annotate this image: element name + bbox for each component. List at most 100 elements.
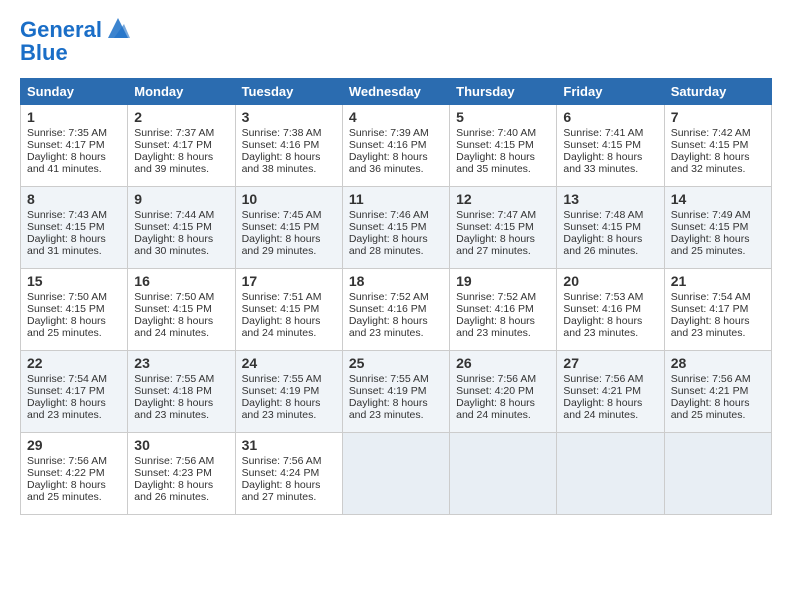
calendar-cell: 17 Sunrise: 7:51 AM Sunset: 4:15 PM Dayl… bbox=[235, 269, 342, 351]
calendar-row: 29 Sunrise: 7:56 AM Sunset: 4:22 PM Dayl… bbox=[21, 433, 772, 515]
sunrise: Sunrise: 7:41 AM bbox=[563, 127, 643, 139]
daylight: Daylight: 8 hours and 33 minutes. bbox=[563, 151, 642, 175]
sunset: Sunset: 4:18 PM bbox=[134, 385, 212, 397]
day-number: 26 bbox=[456, 355, 550, 371]
header-wednesday: Wednesday bbox=[342, 79, 449, 105]
sunset: Sunset: 4:21 PM bbox=[671, 385, 749, 397]
header-row: SundayMondayTuesdayWednesdayThursdayFrid… bbox=[21, 79, 772, 105]
day-number: 19 bbox=[456, 273, 550, 289]
day-number: 24 bbox=[242, 355, 336, 371]
sunset: Sunset: 4:16 PM bbox=[349, 303, 427, 315]
daylight: Daylight: 8 hours and 23 minutes. bbox=[563, 315, 642, 339]
calendar-row: 15 Sunrise: 7:50 AM Sunset: 4:15 PM Dayl… bbox=[21, 269, 772, 351]
sunrise: Sunrise: 7:39 AM bbox=[349, 127, 429, 139]
calendar-cell: 23 Sunrise: 7:55 AM Sunset: 4:18 PM Dayl… bbox=[128, 351, 235, 433]
logo-text: General bbox=[20, 18, 102, 42]
daylight: Daylight: 8 hours and 27 minutes. bbox=[456, 233, 535, 257]
calendar-cell: 10 Sunrise: 7:45 AM Sunset: 4:15 PM Dayl… bbox=[235, 187, 342, 269]
daylight: Daylight: 8 hours and 29 minutes. bbox=[242, 233, 321, 257]
sunset: Sunset: 4:16 PM bbox=[349, 139, 427, 151]
daylight: Daylight: 8 hours and 24 minutes. bbox=[456, 397, 535, 421]
day-number: 30 bbox=[134, 437, 228, 453]
day-number: 22 bbox=[27, 355, 121, 371]
day-number: 6 bbox=[563, 109, 657, 125]
sunrise: Sunrise: 7:56 AM bbox=[563, 373, 643, 385]
day-number: 17 bbox=[242, 273, 336, 289]
day-number: 12 bbox=[456, 191, 550, 207]
calendar-cell: 25 Sunrise: 7:55 AM Sunset: 4:19 PM Dayl… bbox=[342, 351, 449, 433]
calendar-cell: 4 Sunrise: 7:39 AM Sunset: 4:16 PM Dayli… bbox=[342, 105, 449, 187]
calendar-cell: 29 Sunrise: 7:56 AM Sunset: 4:22 PM Dayl… bbox=[21, 433, 128, 515]
daylight: Daylight: 8 hours and 27 minutes. bbox=[242, 479, 321, 503]
sunset: Sunset: 4:15 PM bbox=[134, 303, 212, 315]
sunrise: Sunrise: 7:56 AM bbox=[27, 455, 107, 467]
sunset: Sunset: 4:16 PM bbox=[563, 303, 641, 315]
calendar-row: 8 Sunrise: 7:43 AM Sunset: 4:15 PM Dayli… bbox=[21, 187, 772, 269]
main-container: General Blue SundayMondayTuesdayWednesda… bbox=[0, 0, 792, 527]
calendar-row: 22 Sunrise: 7:54 AM Sunset: 4:17 PM Dayl… bbox=[21, 351, 772, 433]
sunset: Sunset: 4:15 PM bbox=[242, 221, 320, 233]
daylight: Daylight: 8 hours and 32 minutes. bbox=[671, 151, 750, 175]
daylight: Daylight: 8 hours and 36 minutes. bbox=[349, 151, 428, 175]
day-number: 25 bbox=[349, 355, 443, 371]
daylight: Daylight: 8 hours and 38 minutes. bbox=[242, 151, 321, 175]
sunset: Sunset: 4:16 PM bbox=[242, 139, 320, 151]
sunset: Sunset: 4:15 PM bbox=[563, 139, 641, 151]
calendar-cell: 9 Sunrise: 7:44 AM Sunset: 4:15 PM Dayli… bbox=[128, 187, 235, 269]
daylight: Daylight: 8 hours and 31 minutes. bbox=[27, 233, 106, 257]
header-monday: Monday bbox=[128, 79, 235, 105]
day-number: 13 bbox=[563, 191, 657, 207]
daylight: Daylight: 8 hours and 23 minutes. bbox=[134, 397, 213, 421]
sunrise: Sunrise: 7:54 AM bbox=[671, 291, 751, 303]
sunrise: Sunrise: 7:56 AM bbox=[671, 373, 751, 385]
day-number: 3 bbox=[242, 109, 336, 125]
day-number: 15 bbox=[27, 273, 121, 289]
daylight: Daylight: 8 hours and 24 minutes. bbox=[563, 397, 642, 421]
sunset: Sunset: 4:17 PM bbox=[27, 139, 105, 151]
sunrise: Sunrise: 7:50 AM bbox=[134, 291, 214, 303]
daylight: Daylight: 8 hours and 35 minutes. bbox=[456, 151, 535, 175]
day-number: 23 bbox=[134, 355, 228, 371]
calendar-cell: 14 Sunrise: 7:49 AM Sunset: 4:15 PM Dayl… bbox=[664, 187, 771, 269]
sunset: Sunset: 4:19 PM bbox=[242, 385, 320, 397]
sunset: Sunset: 4:24 PM bbox=[242, 467, 320, 479]
sunrise: Sunrise: 7:45 AM bbox=[242, 209, 322, 221]
sunset: Sunset: 4:15 PM bbox=[27, 221, 105, 233]
day-number: 20 bbox=[563, 273, 657, 289]
sunrise: Sunrise: 7:55 AM bbox=[134, 373, 214, 385]
calendar-cell: 27 Sunrise: 7:56 AM Sunset: 4:21 PM Dayl… bbox=[557, 351, 664, 433]
sunrise: Sunrise: 7:53 AM bbox=[563, 291, 643, 303]
sunrise: Sunrise: 7:46 AM bbox=[349, 209, 429, 221]
sunset: Sunset: 4:15 PM bbox=[242, 303, 320, 315]
daylight: Daylight: 8 hours and 41 minutes. bbox=[27, 151, 106, 175]
sunrise: Sunrise: 7:55 AM bbox=[242, 373, 322, 385]
day-number: 31 bbox=[242, 437, 336, 453]
calendar-cell: 24 Sunrise: 7:55 AM Sunset: 4:19 PM Dayl… bbox=[235, 351, 342, 433]
sunrise: Sunrise: 7:56 AM bbox=[456, 373, 536, 385]
calendar-cell: 26 Sunrise: 7:56 AM Sunset: 4:20 PM Dayl… bbox=[450, 351, 557, 433]
daylight: Daylight: 8 hours and 23 minutes. bbox=[349, 397, 428, 421]
calendar-cell: 5 Sunrise: 7:40 AM Sunset: 4:15 PM Dayli… bbox=[450, 105, 557, 187]
sunset: Sunset: 4:17 PM bbox=[671, 303, 749, 315]
sunset: Sunset: 4:15 PM bbox=[134, 221, 212, 233]
daylight: Daylight: 8 hours and 39 minutes. bbox=[134, 151, 213, 175]
calendar-cell: 2 Sunrise: 7:37 AM Sunset: 4:17 PM Dayli… bbox=[128, 105, 235, 187]
daylight: Daylight: 8 hours and 26 minutes. bbox=[134, 479, 213, 503]
day-number: 4 bbox=[349, 109, 443, 125]
day-number: 1 bbox=[27, 109, 121, 125]
sunset: Sunset: 4:20 PM bbox=[456, 385, 534, 397]
day-number: 29 bbox=[27, 437, 121, 453]
day-number: 11 bbox=[349, 191, 443, 207]
daylight: Daylight: 8 hours and 25 minutes. bbox=[671, 397, 750, 421]
header-sunday: Sunday bbox=[21, 79, 128, 105]
calendar-cell: 19 Sunrise: 7:52 AM Sunset: 4:16 PM Dayl… bbox=[450, 269, 557, 351]
sunset: Sunset: 4:15 PM bbox=[349, 221, 427, 233]
day-number: 9 bbox=[134, 191, 228, 207]
logo: General Blue bbox=[20, 16, 132, 66]
daylight: Daylight: 8 hours and 25 minutes. bbox=[27, 315, 106, 339]
calendar-row: 1 Sunrise: 7:35 AM Sunset: 4:17 PM Dayli… bbox=[21, 105, 772, 187]
day-number: 8 bbox=[27, 191, 121, 207]
sunrise: Sunrise: 7:42 AM bbox=[671, 127, 751, 139]
sunset: Sunset: 4:21 PM bbox=[563, 385, 641, 397]
calendar-cell: 31 Sunrise: 7:56 AM Sunset: 4:24 PM Dayl… bbox=[235, 433, 342, 515]
